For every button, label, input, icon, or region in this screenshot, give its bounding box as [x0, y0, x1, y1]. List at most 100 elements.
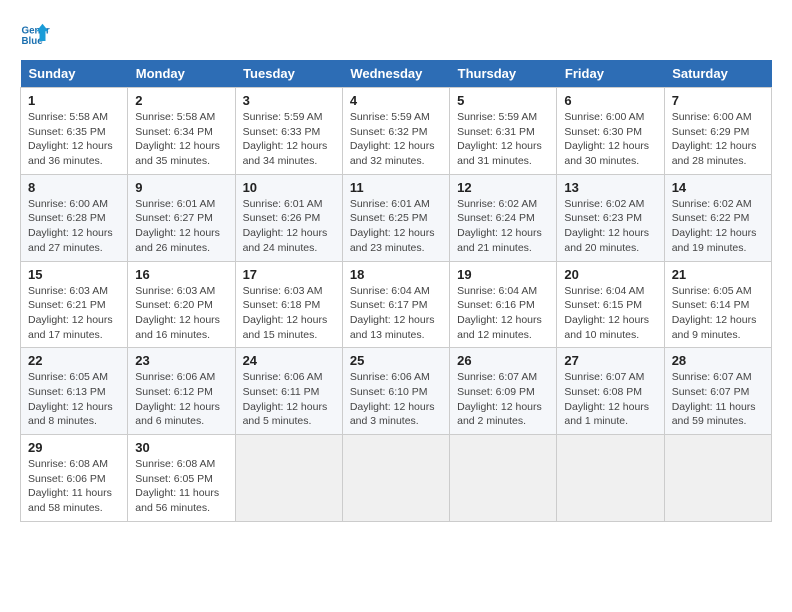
- day-number: 17: [243, 267, 335, 282]
- calendar-cell: 15 Sunrise: 6:03 AM Sunset: 6:21 PM Dayli…: [21, 261, 128, 348]
- calendar-cell: 3 Sunrise: 5:59 AM Sunset: 6:33 PM Daylig…: [235, 88, 342, 175]
- day-info: Sunrise: 6:08 AM Sunset: 6:05 PM Dayligh…: [135, 457, 227, 516]
- calendar-cell: 25 Sunrise: 6:06 AM Sunset: 6:10 PM Dayli…: [342, 348, 449, 435]
- day-number: 23: [135, 353, 227, 368]
- day-number: 21: [672, 267, 764, 282]
- calendar-week-5: 29 Sunrise: 6:08 AM Sunset: 6:06 PM Dayli…: [21, 435, 772, 522]
- day-info: Sunrise: 6:06 AM Sunset: 6:10 PM Dayligh…: [350, 370, 442, 429]
- day-info: Sunrise: 6:00 AM Sunset: 6:30 PM Dayligh…: [564, 110, 656, 169]
- calendar-cell: 23 Sunrise: 6:06 AM Sunset: 6:12 PM Dayli…: [128, 348, 235, 435]
- calendar-cell: 6 Sunrise: 6:00 AM Sunset: 6:30 PM Daylig…: [557, 88, 664, 175]
- day-number: 18: [350, 267, 442, 282]
- day-number: 10: [243, 180, 335, 195]
- day-info: Sunrise: 6:02 AM Sunset: 6:22 PM Dayligh…: [672, 197, 764, 256]
- day-number: 28: [672, 353, 764, 368]
- logo: General Blue: [20, 20, 54, 50]
- day-info: Sunrise: 6:05 AM Sunset: 6:13 PM Dayligh…: [28, 370, 120, 429]
- calendar-cell: 9 Sunrise: 6:01 AM Sunset: 6:27 PM Daylig…: [128, 174, 235, 261]
- day-number: 1: [28, 93, 120, 108]
- day-info: Sunrise: 6:04 AM Sunset: 6:15 PM Dayligh…: [564, 284, 656, 343]
- day-info: Sunrise: 6:03 AM Sunset: 6:20 PM Dayligh…: [135, 284, 227, 343]
- calendar-week-3: 15 Sunrise: 6:03 AM Sunset: 6:21 PM Dayli…: [21, 261, 772, 348]
- day-info: Sunrise: 6:03 AM Sunset: 6:21 PM Dayligh…: [28, 284, 120, 343]
- calendar-week-1: 1 Sunrise: 5:58 AM Sunset: 6:35 PM Daylig…: [21, 88, 772, 175]
- day-header-wednesday: Wednesday: [342, 60, 449, 88]
- calendar-cell: 19Sunrise: 6:04 AM Sunset: 6:16 PM Dayli…: [450, 261, 557, 348]
- calendar-cell: 18 Sunrise: 6:04 AM Sunset: 6:17 PM Dayli…: [342, 261, 449, 348]
- day-number: 27: [564, 353, 656, 368]
- calendar-cell: 26Sunrise: 6:07 AM Sunset: 6:09 PM Dayli…: [450, 348, 557, 435]
- calendar-cell: 12 Sunrise: 6:02 AM Sunset: 6:24 PM Dayli…: [450, 174, 557, 261]
- page-header: General Blue: [20, 20, 772, 50]
- calendar-week-2: 8 Sunrise: 6:00 AM Sunset: 6:28 PM Daylig…: [21, 174, 772, 261]
- calendar-cell: 29 Sunrise: 6:08 AM Sunset: 6:06 PM Dayli…: [21, 435, 128, 522]
- calendar-cell: 30 Sunrise: 6:08 AM Sunset: 6:05 PM Dayli…: [128, 435, 235, 522]
- calendar-cell: 20 Sunrise: 6:04 AM Sunset: 6:15 PM Dayli…: [557, 261, 664, 348]
- day-number: 12: [457, 180, 549, 195]
- day-info: Sunrise: 6:04 AM Sunset: 6:17 PM Dayligh…: [350, 284, 442, 343]
- calendar-cell: 13 Sunrise: 6:02 AM Sunset: 6:23 PM Dayli…: [557, 174, 664, 261]
- day-number: 3: [243, 93, 335, 108]
- day-header-friday: Friday: [557, 60, 664, 88]
- day-info: Sunrise: 6:08 AM Sunset: 6:06 PM Dayligh…: [28, 457, 120, 516]
- day-number: 9: [135, 180, 227, 195]
- day-number: 11: [350, 180, 442, 195]
- day-number: 22: [28, 353, 120, 368]
- day-number: 24: [243, 353, 335, 368]
- day-number: 25: [350, 353, 442, 368]
- calendar-cell: 27 Sunrise: 6:07 AM Sunset: 6:08 PM Dayli…: [557, 348, 664, 435]
- calendar-cell: 22 Sunrise: 6:05 AM Sunset: 6:13 PM Dayli…: [21, 348, 128, 435]
- day-number: 16: [135, 267, 227, 282]
- day-number: 6: [564, 93, 656, 108]
- day-number: 20: [564, 267, 656, 282]
- calendar-cell: 17 Sunrise: 6:03 AM Sunset: 6:18 PM Dayli…: [235, 261, 342, 348]
- calendar-header-row: SundayMondayTuesdayWednesdayThursdayFrid…: [21, 60, 772, 88]
- day-info: Sunrise: 5:58 AM Sunset: 6:34 PM Dayligh…: [135, 110, 227, 169]
- day-header-thursday: Thursday: [450, 60, 557, 88]
- calendar-cell: 24 Sunrise: 6:06 AM Sunset: 6:11 PM Dayli…: [235, 348, 342, 435]
- day-header-saturday: Saturday: [664, 60, 771, 88]
- calendar-cell: 8 Sunrise: 6:00 AM Sunset: 6:28 PM Daylig…: [21, 174, 128, 261]
- day-number: 15: [28, 267, 120, 282]
- calendar-cell: 11 Sunrise: 6:01 AM Sunset: 6:25 PM Dayli…: [342, 174, 449, 261]
- day-info: Sunrise: 6:02 AM Sunset: 6:23 PM Dayligh…: [564, 197, 656, 256]
- calendar-cell: 28 Sunrise: 6:07 AM Sunset: 6:07 PM Dayli…: [664, 348, 771, 435]
- day-number: 30: [135, 440, 227, 455]
- calendar-cell: [664, 435, 771, 522]
- day-number: 13: [564, 180, 656, 195]
- day-number: 14: [672, 180, 764, 195]
- calendar-cell: [450, 435, 557, 522]
- day-number: 4: [350, 93, 442, 108]
- day-info: Sunrise: 5:58 AM Sunset: 6:35 PM Dayligh…: [28, 110, 120, 169]
- day-info: Sunrise: 6:05 AM Sunset: 6:14 PM Dayligh…: [672, 284, 764, 343]
- day-info: Sunrise: 5:59 AM Sunset: 6:31 PM Dayligh…: [457, 110, 549, 169]
- day-info: Sunrise: 6:07 AM Sunset: 6:07 PM Dayligh…: [672, 370, 764, 429]
- day-info: Sunrise: 6:03 AM Sunset: 6:18 PM Dayligh…: [243, 284, 335, 343]
- day-number: 5: [457, 93, 549, 108]
- day-info: Sunrise: 6:02 AM Sunset: 6:24 PM Dayligh…: [457, 197, 549, 256]
- day-number: 2: [135, 93, 227, 108]
- calendar-cell: 21 Sunrise: 6:05 AM Sunset: 6:14 PM Dayli…: [664, 261, 771, 348]
- day-info: Sunrise: 6:07 AM Sunset: 6:09 PM Dayligh…: [457, 370, 549, 429]
- calendar-cell: 16 Sunrise: 6:03 AM Sunset: 6:20 PM Dayli…: [128, 261, 235, 348]
- day-info: Sunrise: 6:00 AM Sunset: 6:29 PM Dayligh…: [672, 110, 764, 169]
- day-info: Sunrise: 6:01 AM Sunset: 6:25 PM Dayligh…: [350, 197, 442, 256]
- calendar-cell: 5 Sunrise: 5:59 AM Sunset: 6:31 PM Daylig…: [450, 88, 557, 175]
- day-info: Sunrise: 6:00 AM Sunset: 6:28 PM Dayligh…: [28, 197, 120, 256]
- logo-icon: General Blue: [20, 20, 50, 50]
- day-info: Sunrise: 6:07 AM Sunset: 6:08 PM Dayligh…: [564, 370, 656, 429]
- day-number: 29: [28, 440, 120, 455]
- day-info: Sunrise: 6:06 AM Sunset: 6:11 PM Dayligh…: [243, 370, 335, 429]
- calendar-cell: 10Sunrise: 6:01 AM Sunset: 6:26 PM Dayli…: [235, 174, 342, 261]
- day-number: 8: [28, 180, 120, 195]
- day-number: 19: [457, 267, 549, 282]
- calendar-cell: 2 Sunrise: 5:58 AM Sunset: 6:34 PM Daylig…: [128, 88, 235, 175]
- day-info: Sunrise: 6:01 AM Sunset: 6:27 PM Dayligh…: [135, 197, 227, 256]
- calendar-cell: [557, 435, 664, 522]
- calendar-cell: [235, 435, 342, 522]
- calendar-cell: [342, 435, 449, 522]
- day-info: Sunrise: 6:06 AM Sunset: 6:12 PM Dayligh…: [135, 370, 227, 429]
- calendar-week-4: 22 Sunrise: 6:05 AM Sunset: 6:13 PM Dayli…: [21, 348, 772, 435]
- day-info: Sunrise: 5:59 AM Sunset: 6:33 PM Dayligh…: [243, 110, 335, 169]
- day-header-tuesday: Tuesday: [235, 60, 342, 88]
